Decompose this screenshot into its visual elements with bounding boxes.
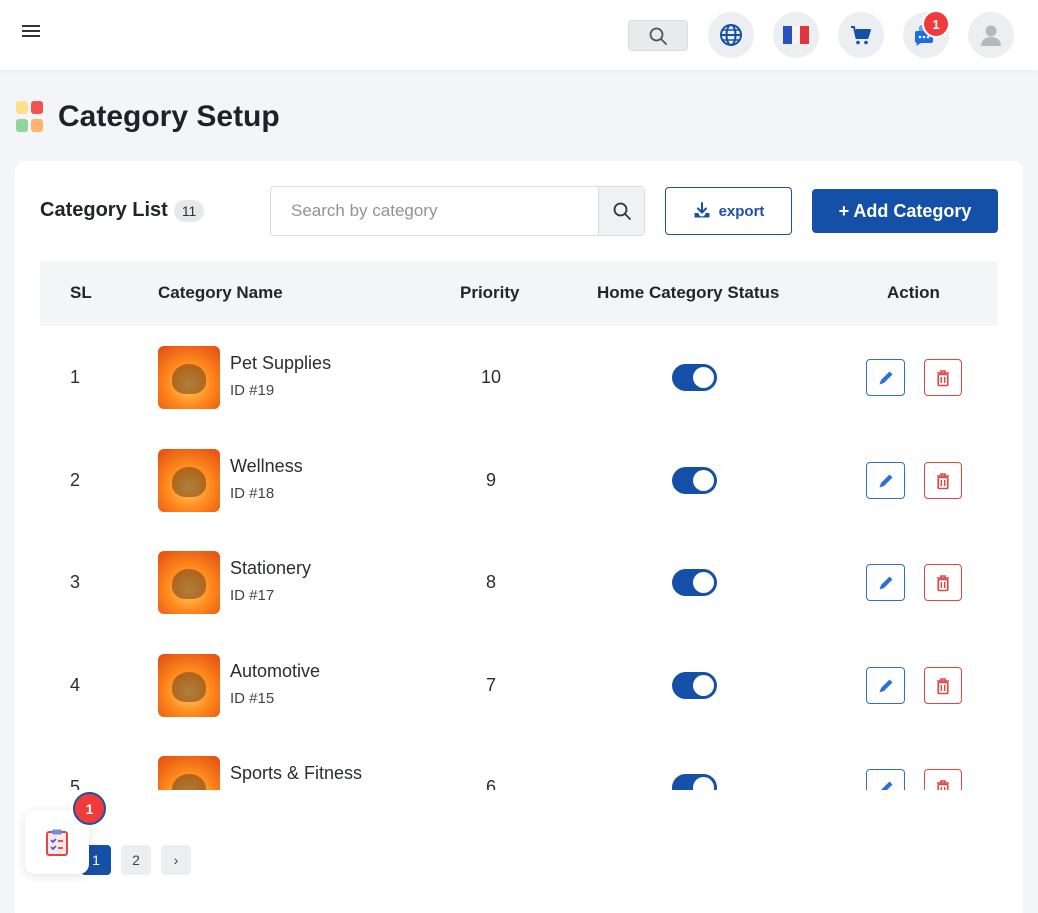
edit-button[interactable] [866, 462, 905, 499]
trash-icon [937, 574, 949, 591]
row-sl: 2 [70, 470, 81, 490]
page-title: Category Setup [58, 100, 280, 133]
floating-badge: 1 [73, 792, 106, 825]
language-flag-button[interactable] [773, 12, 819, 58]
table-row: 4 Automotive ID #15 7 [40, 634, 998, 736]
edit-button[interactable] [866, 667, 905, 704]
home-status-toggle[interactable] [672, 467, 717, 494]
home-status-toggle[interactable] [672, 569, 717, 596]
row-sl: 1 [70, 367, 81, 387]
row-sl: 4 [70, 675, 81, 695]
search-icon [649, 27, 667, 45]
category-priority: 7 [485, 675, 496, 695]
category-search-form [270, 186, 645, 236]
user-icon [981, 25, 1001, 46]
trash-icon [937, 677, 949, 694]
category-thumbnail [158, 346, 220, 409]
cart-icon [851, 26, 871, 45]
home-status-toggle[interactable] [672, 672, 717, 699]
messages-badge: 1 [922, 10, 950, 38]
pencil-icon [880, 781, 892, 790]
category-name: Automotive [230, 661, 321, 681]
category-priority: 8 [485, 572, 496, 592]
column-home-category-status: Home Category Status [597, 283, 780, 302]
delete-button[interactable] [924, 564, 962, 601]
home-status-toggle[interactable] [672, 364, 717, 391]
globe-icon [720, 24, 742, 46]
category-icon [16, 101, 44, 133]
table-row: 2 Wellness ID #18 9 [40, 429, 998, 531]
user-avatar[interactable] [968, 12, 1014, 58]
french-flag-icon [783, 26, 809, 44]
category-priority: 10 [480, 367, 502, 387]
edit-button[interactable] [866, 769, 905, 790]
category-id: ID #15 [230, 690, 275, 707]
delete-button[interactable] [924, 462, 962, 499]
top-bar: 1 [0, 0, 1038, 70]
category-list-card: Category List 11 export + Add Category S… [15, 161, 1023, 913]
column-action: Action [887, 283, 940, 302]
column-priority: Priority [460, 283, 520, 302]
category-priority: 9 [485, 470, 496, 490]
menu-icon[interactable] [22, 22, 46, 42]
table-body: 1 Pet Supplies ID #19 10 2 Wellness ID #… [40, 326, 998, 790]
language-button[interactable] [708, 12, 754, 58]
pencil-icon [879, 371, 892, 384]
row-sl: 5 [70, 777, 81, 790]
header-search-button[interactable] [628, 20, 688, 51]
category-search-button[interactable] [598, 187, 644, 235]
table-row: 5 Sports & Fitness ID #14 6 [40, 736, 998, 790]
table-row: 1 Pet Supplies ID #19 10 [40, 326, 998, 428]
edit-button[interactable] [866, 359, 905, 396]
category-thumbnail [158, 449, 220, 512]
search-icon [613, 202, 631, 220]
pencil-icon [879, 576, 892, 589]
category-search-input[interactable] [271, 187, 598, 235]
page-header: Category Setup [16, 100, 280, 134]
category-id: ID #17 [230, 587, 275, 604]
export-label: export [718, 202, 765, 220]
next-page-button[interactable]: › [161, 845, 191, 875]
trash-icon [937, 369, 949, 386]
cart-button[interactable] [838, 12, 884, 58]
edit-button[interactable] [866, 564, 905, 601]
table-header: SL Category Name Priority Home Category … [40, 261, 998, 326]
category-thumbnail [158, 551, 220, 614]
category-thumbnail [158, 654, 220, 717]
delete-button[interactable] [924, 769, 962, 790]
category-name: Sports & Fitness [230, 763, 363, 783]
category-name: Pet Supplies [230, 353, 332, 373]
clipboard-icon [46, 829, 68, 856]
column-category-name: Category Name [158, 283, 283, 302]
column-sl: SL [70, 283, 92, 302]
trash-icon [937, 472, 949, 489]
category-id: ID #18 [230, 485, 275, 502]
table-row: 3 Stationery ID #17 8 [40, 531, 998, 633]
home-status-toggle[interactable] [672, 774, 717, 790]
download-icon [694, 202, 710, 218]
pencil-icon [879, 679, 892, 692]
pagination: 1 2 › [81, 845, 191, 875]
category-list-heading: Category List 11 [40, 199, 205, 222]
category-priority: 6 [485, 777, 496, 790]
category-name: Stationery [230, 558, 312, 578]
category-count-badge: 11 [173, 199, 205, 222]
pencil-icon [879, 474, 892, 487]
row-sl: 3 [70, 572, 81, 592]
page-2-button[interactable]: 2 [121, 845, 151, 875]
category-thumbnail [158, 756, 220, 790]
category-name: Wellness [230, 456, 303, 476]
delete-button[interactable] [924, 359, 962, 396]
delete-button[interactable] [924, 667, 962, 704]
add-category-button[interactable]: + Add Category [812, 189, 998, 233]
category-list-title: Category List [40, 199, 168, 221]
category-id: ID #19 [230, 382, 275, 399]
export-button[interactable]: export [665, 187, 792, 235]
trash-icon [937, 779, 949, 790]
